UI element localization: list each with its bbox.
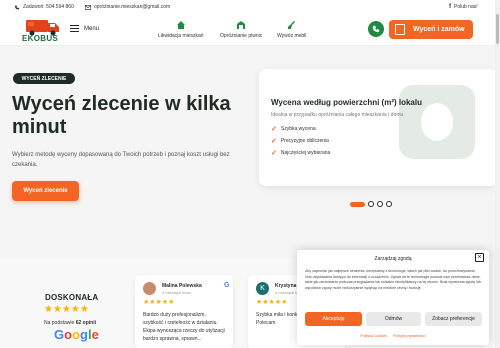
feature-label: Precyzyjne obliczenia — [280, 138, 329, 144]
scrollbar[interactable] — [495, 0, 500, 348]
broom-icon — [287, 21, 295, 29]
card-feature: ✓ Szybka wycena — [271, 125, 316, 133]
card-description: Idealna w przypadku opróżniania całego m… — [271, 112, 404, 118]
carousel-dot-active[interactable] — [350, 201, 365, 207]
rating-basis: Na podstawie 62 opinii — [44, 320, 96, 326]
review-stars: ★★★★★ — [256, 299, 288, 306]
card-decoration — [399, 85, 475, 159]
avatar — [143, 282, 156, 295]
logo-text: EKOBUS — [22, 34, 59, 43]
google-logo: Google — [54, 327, 99, 342]
nav-label: Wywóz mebli — [277, 33, 307, 39]
mail-icon — [85, 4, 91, 10]
check-icon: ✓ — [271, 126, 277, 133]
topbar-email[interactable]: opróżnianie.mieszkan@gmail.com — [85, 4, 170, 10]
review-card[interactable]: Malina Polewska 4 miesiące temu G ★★★★★ … — [135, 275, 233, 348]
nav-item-meble[interactable]: Wywóz mebli — [277, 20, 306, 39]
hero-title: Wyceń zlecenie w kilka minut — [12, 93, 231, 138]
feature-label: Najczęściej wybierana — [280, 150, 331, 156]
carousel-dots — [350, 201, 392, 207]
preferences-button[interactable]: Zobacz preferencje — [425, 312, 482, 326]
avatar: K — [256, 282, 269, 295]
review-stars: ★★★★★ — [143, 299, 175, 306]
phone-icon — [372, 25, 380, 33]
scrollbar-thumb[interactable] — [496, 14, 499, 44]
card-feature: ✓ Precyzyjne obliczenia — [271, 137, 329, 145]
topbar-phone[interactable]: Zadzwoń: 504 594 860 — [14, 4, 74, 10]
cookie-text: Aby zapewnić jak najlepsze wrażenia, kor… — [305, 269, 481, 291]
close-icon[interactable]: × — [475, 253, 484, 262]
phone-icon — [15, 5, 19, 9]
top-bar: Zadzwoń: 504 594 860 opróżnianie.mieszka… — [0, 0, 500, 14]
carousel-dot[interactable] — [377, 201, 383, 207]
hamburger-icon — [70, 25, 79, 32]
cookie-title: Zarządzaj zgodą — [374, 256, 412, 262]
check-icon: ✓ — [271, 138, 277, 145]
cookie-links: Polityka Cookies Polityka prywatności — [297, 334, 489, 338]
google-icon: G — [224, 282, 230, 289]
hero-subtitle: Wybierz metodę wyceny dopasowaną do Twoi… — [12, 152, 230, 168]
house-icon — [176, 21, 185, 29]
basement-icon — [237, 21, 246, 29]
calculator-icon — [395, 24, 405, 35]
cookie-consent-dialog: Zarządzaj zgodą × Aby zapewnić jak najle… — [297, 250, 489, 345]
review-text: Bardzo duży profesjonalizm, szybkość i r… — [143, 312, 225, 342]
topbar-facebook-text: Polub nas! — [454, 4, 478, 10]
nav-label: Likwidacja mieszkań — [158, 33, 204, 39]
deny-button[interactable]: Odmów — [366, 312, 421, 326]
nav-item-piwnice[interactable]: Opróżnianie piwnic — [220, 20, 262, 39]
feature-label: Szybka wycena — [280, 126, 316, 132]
menu-label: Menu — [84, 25, 100, 32]
menu-button[interactable]: Menu — [70, 25, 99, 32]
cookie-policy-link[interactable]: Polityka Cookies — [360, 334, 387, 338]
rating-word: DOSKONAŁA — [45, 293, 99, 302]
quote-order-button[interactable]: Wyceń i zamów — [389, 20, 473, 39]
quote-order-label: Wyceń i zamów — [413, 26, 465, 33]
pricing-method-card[interactable]: Wycena według powierzchni (m²) lokalu Id… — [259, 69, 498, 186]
call-button[interactable] — [368, 21, 384, 37]
nav-item-likwidacja[interactable]: Likwidacja mieszkań — [158, 20, 204, 39]
basis-prefix: Na podstawie — [44, 320, 75, 326]
topbar-email-text: opróżnianie.mieszkan@gmail.com — [94, 4, 171, 10]
nav-label: Opróżnianie piwnic — [220, 33, 263, 39]
hero-tag: WYCEŃ ZLECENIE — [13, 73, 75, 84]
hero-quote-button[interactable]: Wyceń zlecenie — [12, 181, 79, 201]
topbar-phone-text: Zadzwoń: 504 594 860 — [23, 4, 74, 10]
rating-stars: ★★★★★ — [44, 304, 89, 315]
facebook-icon: f — [449, 4, 451, 10]
carousel-dot[interactable] — [368, 201, 374, 207]
reviewer-name: Malina Polewska — [162, 283, 202, 289]
topbar-facebook[interactable]: f Polub nas! — [449, 4, 478, 10]
accept-button[interactable]: Akceptuję — [305, 312, 362, 326]
check-icon: ✓ — [271, 150, 277, 157]
privacy-policy-link[interactable]: Polityka prywatności — [393, 334, 426, 338]
reviewer-name: Krystyna — [275, 283, 297, 289]
card-feature: ✓ Najczęściej wybierana — [271, 149, 330, 157]
basis-count: 62 opinii — [75, 320, 96, 326]
card-title: Wycena według powierzchni (m²) lokalu — [271, 98, 422, 107]
carousel-dot[interactable] — [386, 201, 392, 207]
review-time: 4 miesiące temu — [162, 290, 192, 295]
